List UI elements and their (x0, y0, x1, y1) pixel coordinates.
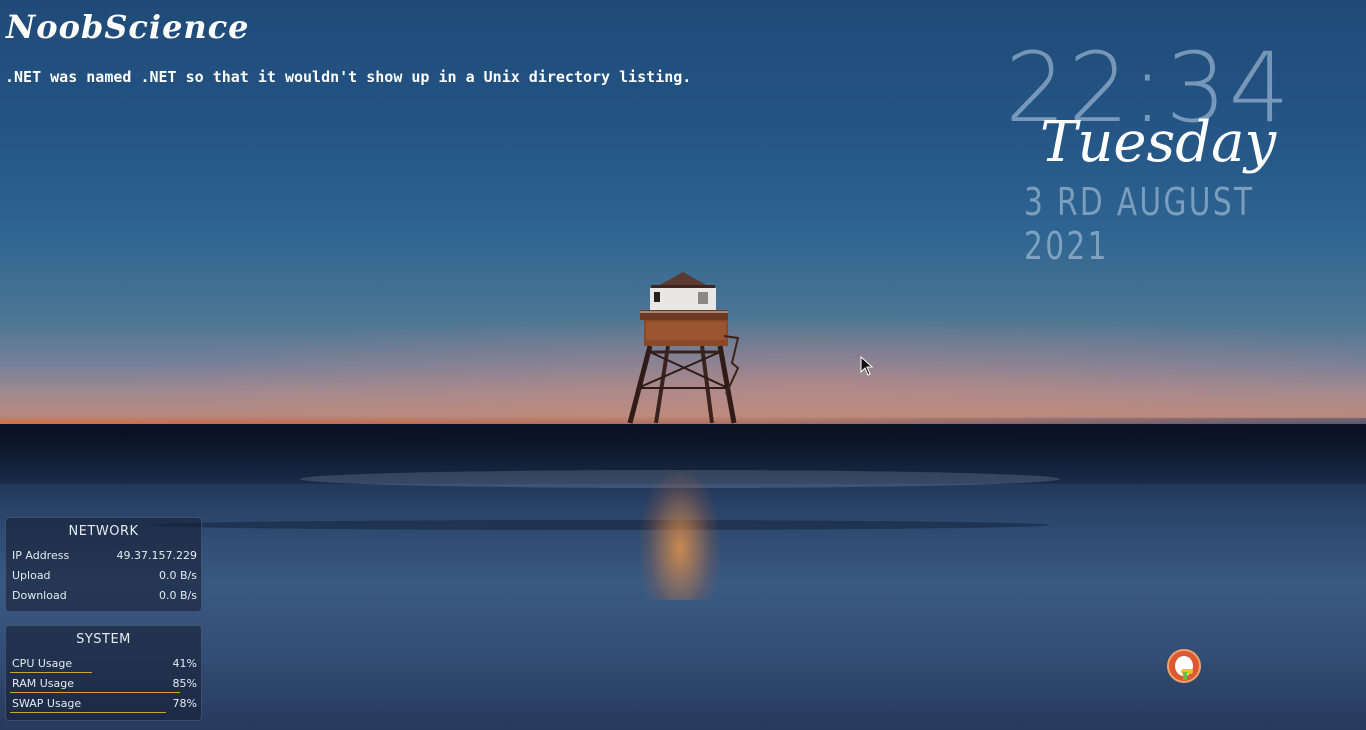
system-row-cpu: CPU Usage 41% (6, 654, 201, 674)
quote-text: .NET was named .NET so that it wouldn't … (5, 68, 692, 86)
clock-day: Tuesday (1040, 110, 1277, 175)
brand-title: NoobScience (6, 8, 250, 46)
ram-usage-label: RAM Usage (12, 677, 74, 690)
ram-usage-bar (10, 692, 180, 693)
network-row-ip: IP Address 49.37.157.229 (6, 546, 201, 566)
swap-usage-value: 78% (172, 697, 197, 710)
cpu-usage-label: CPU Usage (12, 657, 73, 670)
system-row-ram: RAM Usage 85% (6, 674, 201, 694)
system-panel: SYSTEM CPU Usage 41% RAM Usage 85% SWAP … (5, 625, 202, 721)
duckduckgo-icon[interactable] (1167, 649, 1201, 683)
system-panel-title: SYSTEM (76, 632, 131, 647)
lighthouse-reflection (640, 470, 720, 600)
download-label: Download (12, 589, 67, 602)
ram-usage-value: 85% (172, 677, 197, 690)
network-row-upload: Upload 0.0 B/s (6, 566, 201, 586)
swap-usage-label: SWAP Usage (12, 697, 82, 710)
mouse-cursor-icon (860, 356, 874, 376)
wet-sand-shadow (150, 520, 1050, 530)
network-row-download: Download 0.0 B/s (6, 586, 201, 606)
upload-value: 0.0 B/s (159, 569, 197, 582)
duck-tie-shape (1183, 672, 1187, 680)
network-panel: NETWORK IP Address 49.37.157.229 Upload … (5, 517, 202, 612)
swap-usage-bar (10, 712, 166, 713)
network-panel-title: NETWORK (68, 524, 139, 539)
ip-address-value: 49.37.157.229 (116, 549, 197, 562)
upload-label: Upload (12, 569, 51, 582)
system-row-swap: SWAP Usage 78% (6, 694, 201, 714)
lighthouse-image (627, 272, 740, 424)
ip-address-label: IP Address (12, 549, 70, 562)
cpu-usage-bar (10, 672, 92, 673)
clock-date: 3 RD AUGUST 2021 (1024, 180, 1255, 268)
download-value: 0.0 B/s (159, 589, 197, 602)
cpu-usage-value: 41% (172, 657, 197, 670)
